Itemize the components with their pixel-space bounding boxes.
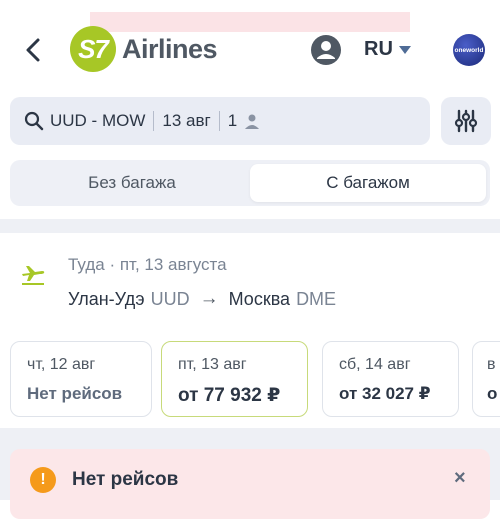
sliders-icon <box>454 109 478 133</box>
with-baggage-option[interactable]: С багажом <box>250 164 486 202</box>
date-card-selected[interactable]: пт, 13 авг от 77 932 ₽ <box>161 341 308 417</box>
no-flights-alert: ! Нет рейсов × <box>10 449 490 519</box>
back-arrow-icon[interactable] <box>20 36 48 64</box>
origin-code: UUD <box>150 288 190 309</box>
outbound-date-label: Туда · пт, 13 августа <box>68 255 227 274</box>
language-selector[interactable]: RU <box>364 38 411 61</box>
date-card-price: от 77 932 ₽ <box>178 385 281 406</box>
search-icon <box>24 111 44 131</box>
language-label: RU <box>364 38 393 60</box>
destination-code: DME <box>296 288 337 309</box>
baggage-toggle: Без багажа С багажом <box>10 160 490 206</box>
search-route: UUD - MOW <box>50 111 146 130</box>
date-card-partial[interactable]: в о <box>472 341 500 417</box>
date-card[interactable]: сб, 14 авг от 32 027 ₽ <box>322 341 459 417</box>
s7-airlines-logo[interactable]: S7 Airlines <box>70 26 218 72</box>
user-account-icon[interactable] <box>310 34 342 66</box>
origin-city: Улан-Удэ <box>68 288 145 309</box>
date-card-day: в <box>487 356 496 373</box>
oneworld-label: oneworld <box>454 46 484 54</box>
without-baggage-option[interactable]: Без багажа <box>14 164 250 202</box>
divider <box>153 111 155 131</box>
search-summary[interactable]: UUD - MOW 13 авг 1 <box>10 97 430 145</box>
date-card-price: о <box>487 384 498 403</box>
alert-title: Нет рейсов <box>72 469 179 490</box>
passenger-icon <box>245 114 260 129</box>
divider <box>218 111 220 131</box>
departure-plane-icon <box>22 266 45 285</box>
close-icon[interactable]: × <box>454 467 466 490</box>
destination-city: Москва <box>228 288 291 309</box>
date-card-price: Нет рейсов <box>27 384 123 403</box>
date-card-day: чт, 12 авг <box>27 356 96 373</box>
search-date: 13 авг <box>162 111 211 130</box>
arrow-right-icon: → <box>199 288 219 309</box>
info-icon: ! <box>30 467 56 493</box>
route-summary: Улан-Удэ UUD → Москва DME <box>68 288 336 310</box>
caret-down-icon <box>398 45 411 54</box>
section-divider <box>0 219 500 233</box>
date-card[interactable]: чт, 12 авг Нет рейсов <box>10 341 152 417</box>
date-card-price: от 32 027 ₽ <box>339 384 431 403</box>
filter-button[interactable] <box>441 97 491 145</box>
search-passengers: 1 <box>227 111 238 130</box>
date-card-day: сб, 14 авг <box>339 356 411 373</box>
date-card-day: пт, 13 авг <box>178 356 247 373</box>
oneworld-logo: oneworld <box>453 34 485 66</box>
s7-logo-badge: S7 <box>70 26 116 72</box>
logo-text: Airlines <box>122 33 218 64</box>
